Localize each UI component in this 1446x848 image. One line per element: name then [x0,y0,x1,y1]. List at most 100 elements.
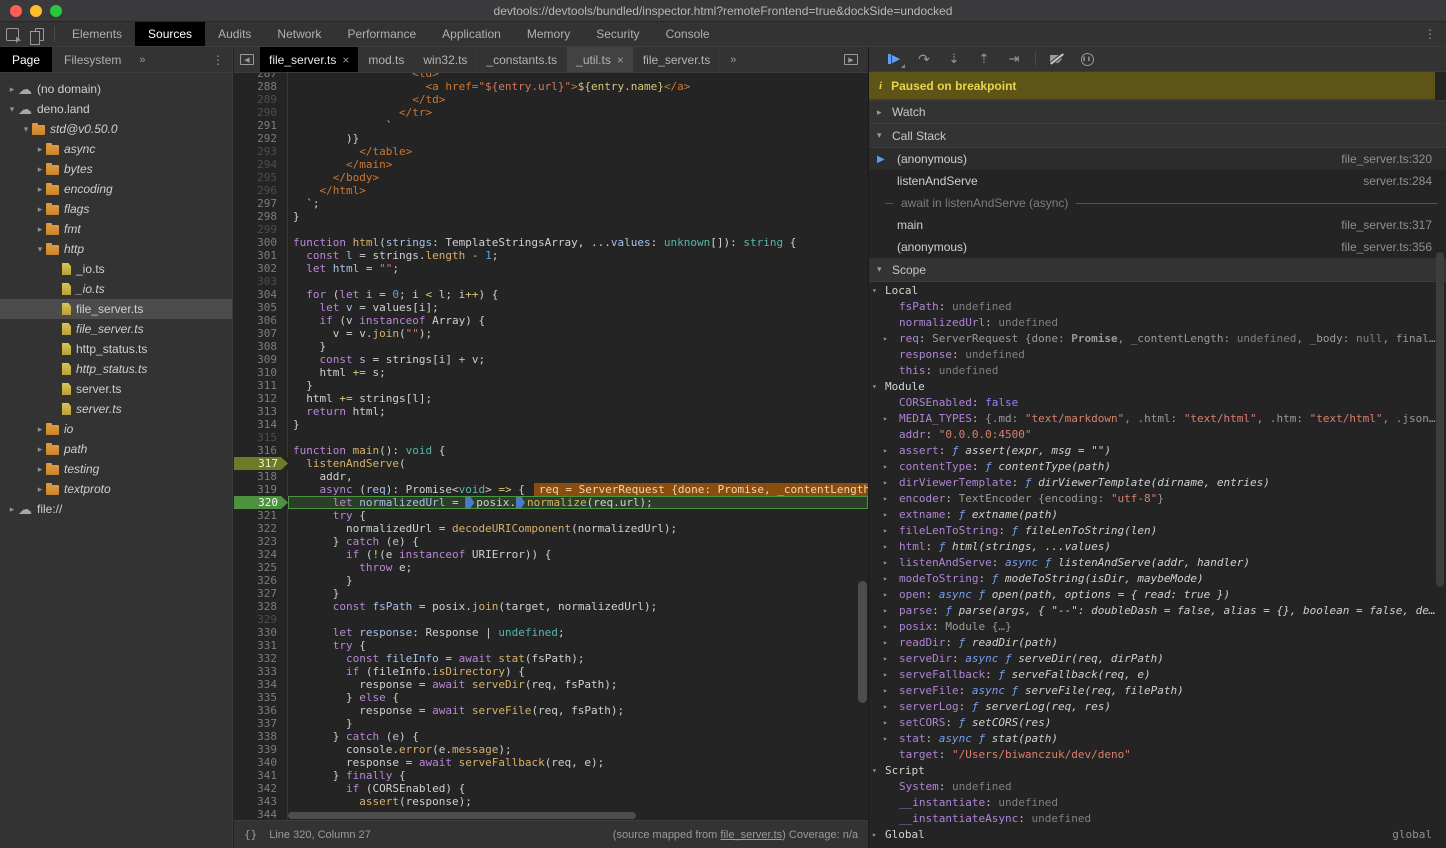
line-number[interactable]: 329 [234,613,288,626]
chevron-down-icon[interactable]: ▾ [6,104,18,115]
line-number[interactable]: 341 [234,769,288,782]
code-text[interactable]: </main> [288,158,868,171]
chevron-right-icon[interactable]: ▸ [34,204,46,215]
line-number[interactable]: 305 [234,301,288,314]
tree-item-server-ts[interactable]: server.ts [0,399,232,419]
line-number[interactable]: 290 [234,106,288,119]
tree-item-file-server-ts[interactable]: file_server.ts [0,299,232,319]
line-number[interactable]: 335 [234,691,288,704]
tree-item-io-ts[interactable]: _io.ts [0,259,232,279]
tree-item-encoding[interactable]: ▸encoding [0,179,232,199]
code-text[interactable]: if (!(e instanceof URIError)) { [288,548,868,561]
line-number[interactable]: 303 [234,275,288,288]
step-over-button[interactable]: ↷ [911,48,937,70]
close-window-button[interactable] [10,5,22,17]
editor-vertical-scrollbar[interactable] [858,581,867,703]
call-stack-frame[interactable]: (anonymous)file_server.ts:356 [869,236,1446,258]
line-number[interactable]: 344 [234,808,288,820]
line-number[interactable]: 340 [234,756,288,769]
scope-property[interactable]: ▸extname: ƒ extname(path) [869,506,1446,522]
code-text[interactable]: if (CORSEnabled) { [288,782,868,795]
code-text[interactable]: try { [288,639,868,652]
tree-item-no-domain[interactable]: ▸☁(no domain) [0,79,232,99]
line-number[interactable]: 308 [234,340,288,353]
scope-property[interactable]: ▸dirViewerTemplate: ƒ dirViewerTemplate(… [869,474,1446,490]
line-number[interactable]: 318 [234,470,288,483]
line-number[interactable]: 293 [234,145,288,158]
line-number[interactable]: 295 [234,171,288,184]
tree-item-path[interactable]: ▸path [0,439,232,459]
chevron-right-icon[interactable]: ▸ [883,334,888,343]
scope-property[interactable]: ▸modeToString: ƒ modeToString(isDir, may… [869,570,1446,586]
step-into-button[interactable]: ⇣ [941,48,967,70]
line-number[interactable]: 319 [234,483,288,496]
scope-property[interactable]: ▸open: async ƒ open(path, options = { re… [869,586,1446,602]
line-number[interactable]: 312 [234,392,288,405]
code-text[interactable]: </table> [288,145,868,158]
code-text[interactable]: response = await serveFallback(req, e); [288,756,868,769]
call-stack-frame[interactable]: ▶(anonymous)file_server.ts:320 [869,148,1446,170]
scope-property[interactable]: ▸readDir: ƒ readDir(path) [869,634,1446,650]
code-text[interactable]: ` [288,119,868,132]
chevron-right-icon[interactable]: ▸ [883,510,888,519]
chevron-right-icon[interactable]: ▸ [34,164,46,175]
deactivate-breakpoints-button[interactable] [1044,48,1070,70]
tab-security[interactable]: Security [583,22,652,46]
code-text[interactable] [288,431,868,444]
scope-property[interactable]: ▸listenAndServe: async ƒ listenAndServe(… [869,554,1446,570]
tree-item-server-ts[interactable]: server.ts [0,379,232,399]
tab-application[interactable]: Application [429,22,514,46]
line-number[interactable]: 325 [234,561,288,574]
scope-property[interactable]: ▸req: ServerRequest {done: Promise, _con… [869,330,1446,346]
resume-button[interactable]: ▶ [881,48,907,70]
chevron-right-icon[interactable]: ▸ [34,184,46,195]
device-toolbar-icon[interactable] [35,28,44,41]
scope-property[interactable]: ▸contentType: ƒ contentType(path) [869,458,1446,474]
minimize-window-button[interactable] [30,5,42,17]
code-text[interactable]: assert(response); [288,795,868,808]
line-number[interactable]: 333 [234,665,288,678]
scope-section-header[interactable]: ▾ Scope [869,258,1446,282]
line-number[interactable]: 327 [234,587,288,600]
chevron-right-icon[interactable]: ▸ [883,526,888,535]
chevron-right-icon[interactable]: ▸ [883,606,888,615]
line-number[interactable]: 309 [234,353,288,366]
chevron-right-icon[interactable]: ▸ [6,84,18,95]
chevron-right-icon[interactable]: ▸ [883,462,888,471]
code-text[interactable]: } [288,717,868,730]
line-number[interactable]: 289 [234,93,288,106]
navigator-tab-filesystem[interactable]: Filesystem [52,47,133,72]
code-text[interactable]: if (v instanceof Array) { [288,314,868,327]
code-text[interactable]: } else { [288,691,868,704]
chevron-right-icon[interactable]: ▸ [883,734,888,743]
editor-tab-file-server-ts[interactable]: file_server.ts [634,47,720,72]
code-text[interactable]: const fileInfo = await stat(fsPath); [288,652,868,665]
line-number[interactable]: 300 [234,236,288,249]
scope-section-global[interactable]: ▸Globalglobal [869,826,1446,842]
chevron-right-icon[interactable]: ▸ [34,464,46,475]
code-text[interactable]: } [288,587,868,600]
chevron-right-icon[interactable]: ▸ [34,424,46,435]
line-number[interactable]: 288 [234,80,288,93]
line-number[interactable]: 332 [234,652,288,665]
call-stack-section-header[interactable]: ▾ Call Stack [869,124,1446,148]
scope-property[interactable]: ▸MEDIA_TYPES: {.md: "text/markdown", .ht… [869,410,1446,426]
editor-horizontal-scrollbar[interactable] [288,812,636,819]
code-text[interactable]: let response: Response | undefined; [288,626,868,639]
code-text[interactable]: <td> [288,73,868,80]
tab-sources[interactable]: Sources [135,22,205,46]
chevron-down-icon[interactable]: ▾ [20,124,32,135]
line-number[interactable]: 307 [234,327,288,340]
breakpoint-badge[interactable]: 317 [234,457,288,470]
code-text[interactable]: const s = strings[i] + v; [288,353,868,366]
pause-on-exceptions-button[interactable]: ❚❚ [1074,48,1100,70]
code-text[interactable]: <a href="${entry.url}">${entry.name}</a> [288,80,868,93]
tree-item-io[interactable]: ▸io [0,419,232,439]
code-text[interactable]: } catch (e) { [288,730,868,743]
chevron-right-icon[interactable]: ▸ [883,670,888,679]
code-text[interactable]: normalizedUrl = decodeURIComponent(norma… [288,522,868,535]
scope-property[interactable]: ▸html: ƒ html(strings, ...values) [869,538,1446,554]
chevron-right-icon[interactable]: ▸ [883,542,888,551]
scope-section-module[interactable]: ▾Module [869,378,1446,394]
tree-item-flags[interactable]: ▸flags [0,199,232,219]
